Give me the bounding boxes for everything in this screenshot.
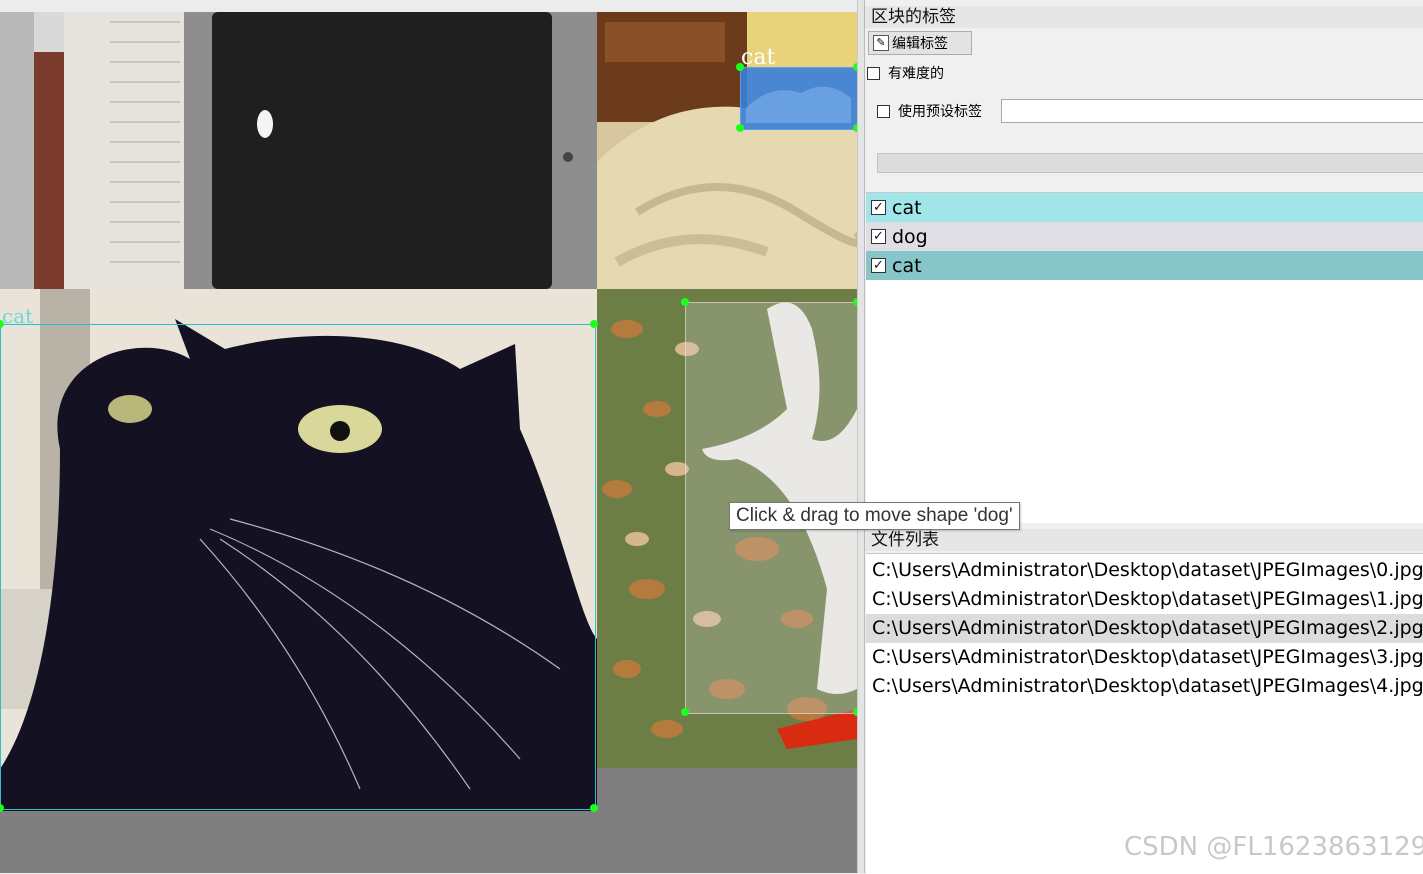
bbox-cat-selected[interactable]	[740, 67, 859, 130]
difficult-checkbox[interactable]	[867, 66, 880, 80]
edit-label-button[interactable]: ✎ 编辑标签	[868, 31, 972, 55]
labels-dock-title: 区块的标签	[865, 6, 1423, 28]
file-list-item-selected[interactable]: C:\Users\Administrator\Desktop\dataset\J…	[866, 614, 1423, 643]
label-list-item-text: cat	[892, 254, 922, 277]
check-icon[interactable]: ✓	[871, 200, 886, 215]
label-list-item[interactable]: ✓ cat	[866, 193, 1423, 222]
handle-icon[interactable]	[590, 804, 598, 812]
bbox-cat-selected-texture	[746, 86, 851, 123]
bed-photo	[597, 12, 857, 289]
label-list-item-text: dog	[892, 225, 928, 248]
edit-label-button-text: 编辑标签	[892, 36, 948, 52]
file-list-item[interactable]: C:\Users\Administrator\Desktop\dataset\J…	[866, 585, 1423, 614]
file-list-item[interactable]: C:\Users\Administrator\Desktop\dataset\J…	[866, 556, 1423, 585]
use-default-label-checkbox[interactable]	[877, 104, 890, 118]
default-label-input[interactable]	[1001, 99, 1423, 123]
label-list-item[interactable]: ✓ dog	[866, 222, 1423, 251]
file-list[interactable]: C:\Users\Administrator\Desktop\dataset\J…	[866, 553, 1423, 874]
bbox-cat-label: cat	[2, 304, 34, 328]
file-list-item[interactable]: C:\Users\Administrator\Desktop\dataset\J…	[866, 643, 1423, 672]
handle-icon[interactable]	[736, 63, 744, 71]
handle-icon[interactable]	[736, 124, 744, 132]
tv-photo	[0, 12, 597, 289]
file-list-item[interactable]: C:\Users\Administrator\Desktop\dataset\J…	[866, 672, 1423, 701]
watermark: CSDN @FL1623863129	[1124, 832, 1423, 862]
use-default-label-text: 使用预设标签	[898, 104, 982, 120]
check-icon[interactable]: ✓	[871, 229, 886, 244]
use-default-label-row[interactable]: 使用预设标签	[877, 101, 982, 121]
handle-icon[interactable]	[590, 320, 598, 328]
difficult-label: 有难度的	[888, 66, 944, 82]
right-panel: 区块的标签 ✎ 编辑标签 有难度的 使用预设标签 ✓ cat ✓ dog ✓ c…	[864, 0, 1423, 874]
mosaic-tile-tv	[0, 12, 597, 289]
mosaic-tile-bed	[597, 12, 857, 289]
check-icon[interactable]: ✓	[871, 258, 886, 273]
edit-icon: ✎	[873, 35, 889, 51]
label-list[interactable]: ✓ cat ✓ dog ✓ cat	[866, 192, 1423, 523]
tooltip: Click & drag to move shape 'dog'	[729, 502, 1020, 530]
label-list-item-text: cat	[892, 196, 922, 219]
handle-icon[interactable]	[681, 708, 689, 716]
image-canvas[interactable]: cat cat	[0, 0, 860, 873]
bbox-cat[interactable]	[0, 324, 596, 810]
handle-icon[interactable]	[681, 298, 689, 306]
file-list-dock-title: 文件列表	[865, 529, 1423, 551]
labels-combo-bar[interactable]	[877, 153, 1423, 173]
label-list-item[interactable]: ✓ cat	[866, 251, 1423, 280]
bbox-cat-selected-label: cat	[741, 45, 776, 70]
difficult-checkbox-row[interactable]: 有难度的	[867, 63, 944, 83]
